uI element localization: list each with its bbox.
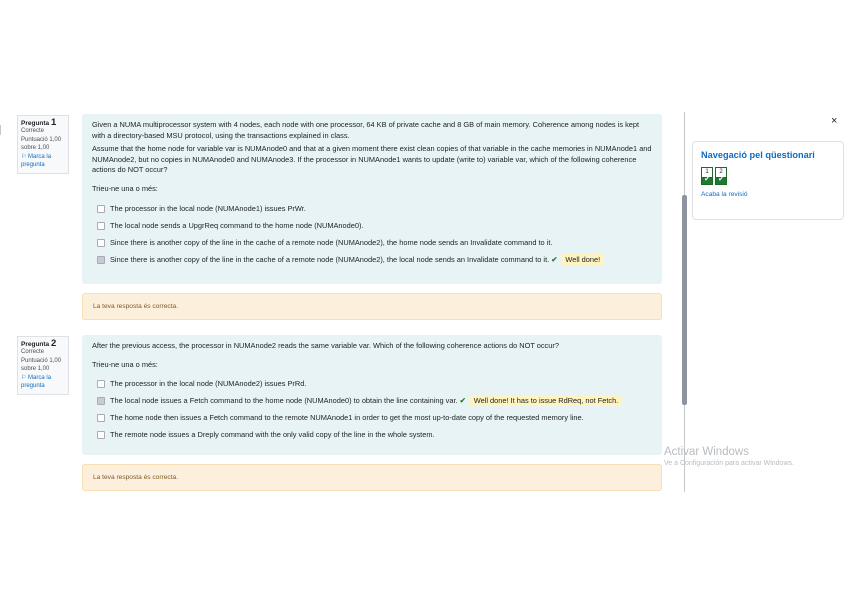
answer-option[interactable]: The remote node issues a Dreply command … bbox=[92, 426, 652, 443]
answer-option[interactable]: The processor in the local node (NUMAnod… bbox=[92, 200, 652, 217]
watermark-title: Activar Windows bbox=[664, 446, 749, 458]
question-status: Correcte bbox=[21, 127, 45, 134]
checkbox[interactable] bbox=[97, 238, 105, 247]
checkbox[interactable] bbox=[97, 380, 105, 389]
question-text: Assume that the home node for variable v… bbox=[92, 144, 652, 175]
flag-icon: ⚐ bbox=[21, 154, 29, 160]
checkbox-checked[interactable] bbox=[97, 397, 105, 406]
flag-question-link[interactable]: ⚐ Marca la pregunta bbox=[21, 375, 65, 390]
close-drawer-button[interactable]: × bbox=[831, 115, 837, 127]
question-score: Puntuació 1,00 sobre 1,00 bbox=[21, 358, 62, 372]
answer-option[interactable]: The home node then issues a Fetch comman… bbox=[92, 409, 652, 426]
checkbox[interactable] bbox=[97, 431, 105, 440]
check-icon: ✔ bbox=[704, 176, 710, 183]
flag-icon: ⚐ bbox=[21, 375, 29, 381]
checkbox[interactable] bbox=[97, 204, 105, 213]
question-number: Pregunta 2 bbox=[21, 338, 57, 349]
answer-option[interactable]: The local node sends a UpgrReq command t… bbox=[92, 217, 652, 234]
correct-check-icon: ✔ bbox=[459, 396, 466, 406]
windows-activation-watermark: Activar Windows Ve a Configuración para … bbox=[664, 446, 794, 467]
option-feedback: Well done! bbox=[561, 253, 605, 265]
question-nav-buttons: 1 ✔ 2 ✔ bbox=[701, 167, 835, 185]
question-number: Pregunta 1 bbox=[21, 117, 57, 128]
left-edge-marker bbox=[0, 125, 3, 135]
check-icon: ✔ bbox=[718, 176, 724, 183]
checkbox-checked[interactable] bbox=[97, 255, 105, 264]
checkbox[interactable] bbox=[97, 414, 105, 423]
question-content: After the previous access, the processor… bbox=[82, 335, 662, 455]
answer-option[interactable]: The processor in the local node (NUMAnod… bbox=[92, 375, 652, 392]
answer-option[interactable]: Since there is another copy of the line … bbox=[92, 234, 652, 251]
flag-question-link[interactable]: ⚐ Marca la pregunta bbox=[21, 154, 65, 169]
question-text: Given a NUMA multiprocessor system with … bbox=[92, 120, 640, 140]
answer-prompt: Trieu-ne una o més: bbox=[92, 183, 158, 193]
question-content: Given a NUMA multiprocessor system with … bbox=[82, 114, 662, 284]
quiz-navigation-title: Navegació pel qüestionari bbox=[701, 150, 815, 160]
question-info: Pregunta 2 Correcte Puntuació 1,00 sobre… bbox=[17, 336, 69, 395]
correct-check-icon: ✔ bbox=[551, 254, 558, 264]
answer-outcome: La teva resposta és correcta. bbox=[82, 464, 662, 491]
nav-button-question-2[interactable]: 2 ✔ bbox=[715, 167, 727, 185]
question-text: After the previous access, the processor… bbox=[92, 341, 559, 350]
answer-option[interactable]: Since there is another copy of the line … bbox=[92, 251, 652, 268]
answer-option[interactable]: The local node issues a Fetch command to… bbox=[92, 392, 652, 409]
nav-button-question-1[interactable]: 1 ✔ bbox=[701, 167, 713, 185]
question-info: Pregunta 1 Correcte Puntuació 1,00 sobre… bbox=[17, 115, 69, 174]
scrollbar[interactable] bbox=[682, 195, 687, 405]
watermark-subtitle: Ve a Configuración para activar Windows. bbox=[664, 460, 794, 467]
quiz-navigation-block: Navegació pel qüestionari 1 ✔ 2 ✔ Acaba … bbox=[692, 141, 844, 220]
question-score: Puntuació 1,00 sobre 1,00 bbox=[21, 137, 62, 151]
answer-outcome: La teva resposta és correcta. bbox=[82, 293, 662, 320]
option-feedback: Well done! It has to issue RdReq, not Fe… bbox=[469, 395, 623, 407]
checkbox[interactable] bbox=[97, 221, 105, 230]
answer-prompt: Trieu-ne una o més: bbox=[92, 359, 158, 369]
question-status: Correcte bbox=[21, 348, 45, 355]
finish-review-link[interactable]: Acaba la revisió bbox=[701, 191, 835, 198]
